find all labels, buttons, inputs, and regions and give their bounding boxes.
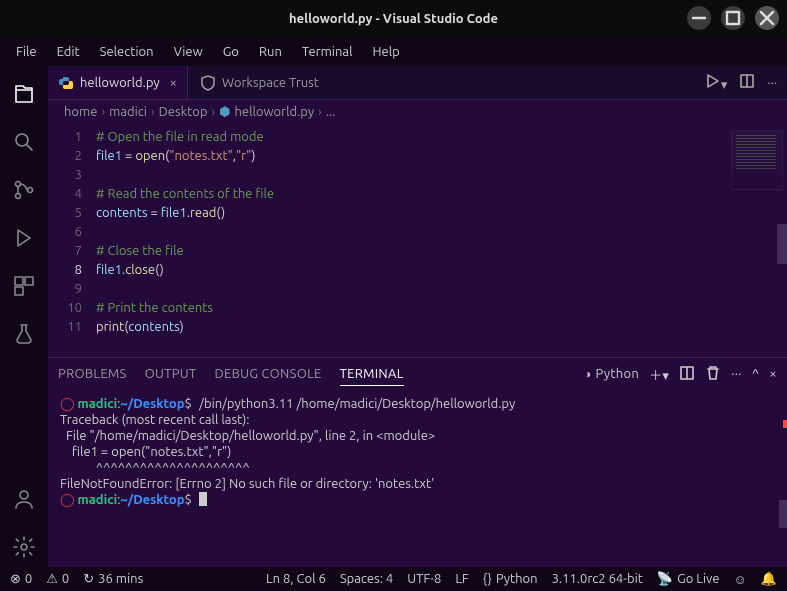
status-eol[interactable]: LF [455, 572, 468, 586]
status-bar: ⊗ 0 ⚠ 0 ↻ 36 mins Ln 8, Col 6 Spaces: 4 … [0, 567, 787, 591]
split-editor-icon[interactable] [739, 73, 755, 92]
status-encoding[interactable]: UTF-8 [407, 572, 441, 586]
workspace-trust-label: Workspace Trust [222, 76, 319, 90]
run-debug-icon[interactable] [0, 218, 48, 258]
terminal-profile[interactable]: ◑ Python [584, 367, 639, 381]
status-time[interactable]: ↻ 36 mins [83, 572, 143, 587]
new-terminal-icon[interactable]: ＋▾ [649, 365, 669, 384]
status-interpreter[interactable]: 3.11.0rc2 64-bit [552, 572, 643, 586]
crumb-user[interactable]: madici [109, 105, 147, 119]
close-panel-icon[interactable]: × [769, 367, 777, 381]
breadcrumbs[interactable]: home› madici› Desktop› ⬢ helloworld.py› … [48, 100, 787, 124]
status-bell-icon[interactable]: 🔔 [761, 572, 777, 587]
maximize-panel-icon[interactable]: ^ [752, 367, 760, 381]
status-feedback-icon[interactable]: ☺ [734, 572, 747, 587]
titlebar: helloworld.py - Visual Studio Code [0, 0, 787, 38]
menu-go[interactable]: Go [215, 42, 247, 62]
status-warnings[interactable]: ⚠ 0 [46, 572, 69, 587]
panel-tab-terminal[interactable]: TERMINAL [340, 363, 404, 386]
menu-view[interactable]: View [166, 42, 211, 62]
more-actions-icon[interactable]: ··· [767, 76, 777, 90]
panel-tab-output[interactable]: OUTPUT [145, 363, 197, 385]
panel-more-icon[interactable]: ··· [731, 367, 742, 381]
tab-close-icon[interactable]: × [170, 76, 177, 90]
terminal-error-marker [783, 420, 787, 428]
menubar: File Edit Selection View Go Run Terminal… [0, 38, 787, 66]
menu-file[interactable]: File [8, 42, 45, 62]
menu-help[interactable]: Help [364, 42, 407, 62]
accounts-icon[interactable] [0, 479, 48, 519]
menu-edit[interactable]: Edit [49, 42, 88, 62]
minimap[interactable] [731, 130, 783, 190]
status-errors[interactable]: ⊗ 0 [10, 572, 32, 587]
editor-tabs: helloworld.py × Workspace Trust ▾ ··· [48, 66, 787, 100]
activity-bar [0, 66, 48, 567]
source-control-icon[interactable] [0, 170, 48, 210]
terminal-cursor [199, 492, 207, 506]
python-file-icon: ⬢ [219, 105, 230, 120]
kill-terminal-icon[interactable] [705, 365, 721, 384]
menu-run[interactable]: Run [251, 42, 290, 62]
run-file-icon[interactable]: ▾ [705, 73, 728, 93]
panel-tab-problems[interactable]: PROBLEMS [58, 363, 127, 385]
python-file-icon [58, 75, 74, 91]
testing-icon[interactable] [0, 314, 48, 354]
editor-actions: ▾ ··· [695, 66, 787, 99]
tab-helloworld[interactable]: helloworld.py × [48, 66, 188, 99]
terminal[interactable]: ◯ madici:~/Desktop$ /bin/python3.11 /hom… [48, 390, 787, 567]
panel-tabs: PROBLEMS OUTPUT DEBUG CONSOLE TERMINAL ◑… [48, 358, 787, 390]
menu-selection[interactable]: Selection [92, 42, 162, 62]
terminal-scrollbar[interactable] [779, 500, 787, 528]
status-indent[interactable]: Spaces: 4 [340, 572, 393, 586]
crumb-more[interactable]: ... [326, 105, 336, 119]
crumb-desktop[interactable]: Desktop [159, 105, 208, 119]
close-button[interactable] [755, 6, 779, 30]
crumb-file[interactable]: helloworld.py [234, 105, 314, 119]
split-terminal-icon[interactable] [679, 365, 695, 384]
workspace-trust[interactable]: Workspace Trust [188, 66, 331, 99]
status-golive[interactable]: 📡 Go Live [657, 572, 720, 587]
status-cursor-pos[interactable]: Ln 8, Col 6 [266, 572, 326, 586]
maximize-button[interactable] [721, 6, 745, 30]
window-title: helloworld.py - Visual Studio Code [289, 12, 498, 26]
code-editor[interactable]: 1234567891011 # Open the file in read mo… [48, 124, 787, 357]
extensions-icon[interactable] [0, 266, 48, 306]
panel-tab-debug[interactable]: DEBUG CONSOLE [215, 363, 322, 385]
shield-icon [200, 75, 216, 91]
editor-scrollbar[interactable] [777, 224, 787, 264]
panel: PROBLEMS OUTPUT DEBUG CONSOLE TERMINAL ◑… [48, 357, 787, 567]
minimize-button[interactable] [687, 6, 711, 30]
line-gutter: 1234567891011 [48, 124, 96, 357]
settings-gear-icon[interactable] [0, 527, 48, 567]
status-language[interactable]: {} Python [483, 572, 538, 586]
tab-label: helloworld.py [80, 76, 160, 90]
menu-terminal[interactable]: Terminal [294, 42, 361, 62]
code-content[interactable]: # Open the file in read modefile1 = open… [96, 124, 787, 357]
crumb-home[interactable]: home [64, 105, 97, 119]
explorer-icon[interactable] [0, 74, 48, 114]
search-icon[interactable] [0, 122, 48, 162]
